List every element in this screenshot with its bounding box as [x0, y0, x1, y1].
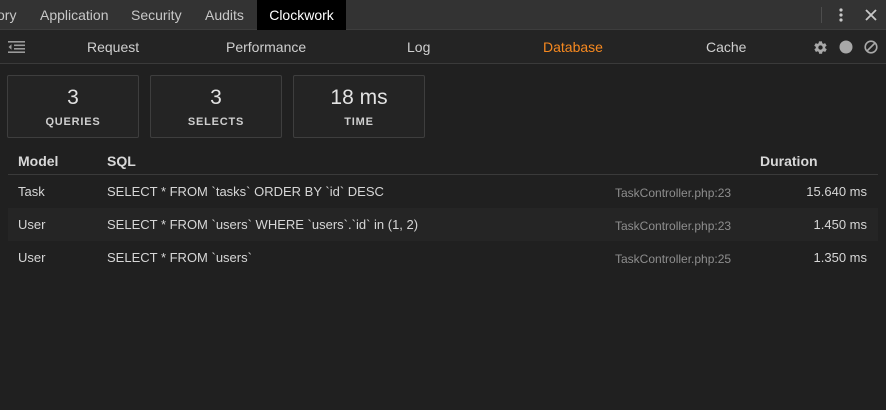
- query-sql: SELECT * FROM `tasks` ORDER BY `id` DESC: [107, 184, 384, 199]
- nav-log[interactable]: Log: [407, 30, 430, 64]
- nav-cache[interactable]: Cache: [706, 30, 746, 64]
- query-source-file[interactable]: TaskController.php:23: [615, 210, 731, 243]
- query-duration: 1.350 ms: [813, 250, 867, 265]
- devtools-tab-clockwork[interactable]: Clockwork: [257, 0, 346, 30]
- close-devtools-icon[interactable]: [861, 0, 881, 30]
- stat-selects-value: 3: [210, 86, 222, 109]
- stat-time-value: 18 ms: [330, 86, 388, 109]
- query-duration: 15.640 ms: [806, 184, 867, 199]
- queries-table: Model SQL Duration Task SELECT * FROM `t…: [8, 148, 878, 274]
- query-model: User: [18, 217, 46, 232]
- toolbar-divider: [821, 7, 822, 23]
- devtools-tab-security[interactable]: Security: [131, 0, 187, 30]
- devtools-tab-history[interactable]: ory: [0, 0, 21, 30]
- nav-performance[interactable]: Performance: [226, 30, 306, 64]
- query-duration: 1.450 ms: [813, 217, 867, 232]
- sidebar-toggle-icon[interactable]: [6, 30, 26, 64]
- stat-queries: 3 QUERIES: [7, 75, 139, 138]
- column-header-model[interactable]: Model: [18, 153, 58, 169]
- stat-queries-value: 3: [67, 86, 79, 109]
- query-model: User: [18, 250, 46, 265]
- nav-request[interactable]: Request: [87, 30, 139, 64]
- query-model: Task: [18, 184, 45, 199]
- stat-selects-label: SELECTS: [187, 116, 245, 128]
- column-header-sql[interactable]: SQL: [107, 153, 136, 169]
- devtools-tab-bar: ory Application Security Audits Clockwor…: [0, 0, 886, 30]
- table-row[interactable]: User SELECT * FROM `users` TaskControlle…: [8, 241, 878, 274]
- table-row[interactable]: Task SELECT * FROM `tasks` ORDER BY `id`…: [8, 175, 878, 208]
- table-header: Model SQL Duration: [8, 148, 878, 175]
- stat-time: 18 ms TIME: [293, 75, 425, 138]
- stat-time-label: TIME: [344, 116, 374, 128]
- devtools-tab-audits[interactable]: Audits: [205, 0, 247, 30]
- more-options-icon[interactable]: [831, 0, 851, 30]
- table-row[interactable]: User SELECT * FROM `users` WHERE `users`…: [8, 208, 878, 241]
- devtools-tab-application[interactable]: Application: [40, 0, 112, 30]
- column-header-duration[interactable]: Duration: [760, 153, 818, 169]
- query-sql: SELECT * FROM `users` WHERE `users`.`id`…: [107, 217, 419, 232]
- stat-queries-label: QUERIES: [45, 116, 101, 128]
- record-icon[interactable]: [837, 30, 855, 64]
- nav-database[interactable]: Database: [543, 30, 603, 64]
- stat-selects: 3 SELECTS: [150, 75, 282, 138]
- query-source-file[interactable]: TaskController.php:23: [615, 177, 731, 210]
- settings-gear-icon[interactable]: [811, 30, 829, 64]
- query-sql: SELECT * FROM `users`: [107, 250, 252, 265]
- clear-icon[interactable]: [862, 30, 880, 64]
- query-source-file[interactable]: TaskController.php:25: [615, 243, 731, 276]
- clockwork-nav: Request Performance Log Database Cache: [0, 30, 886, 64]
